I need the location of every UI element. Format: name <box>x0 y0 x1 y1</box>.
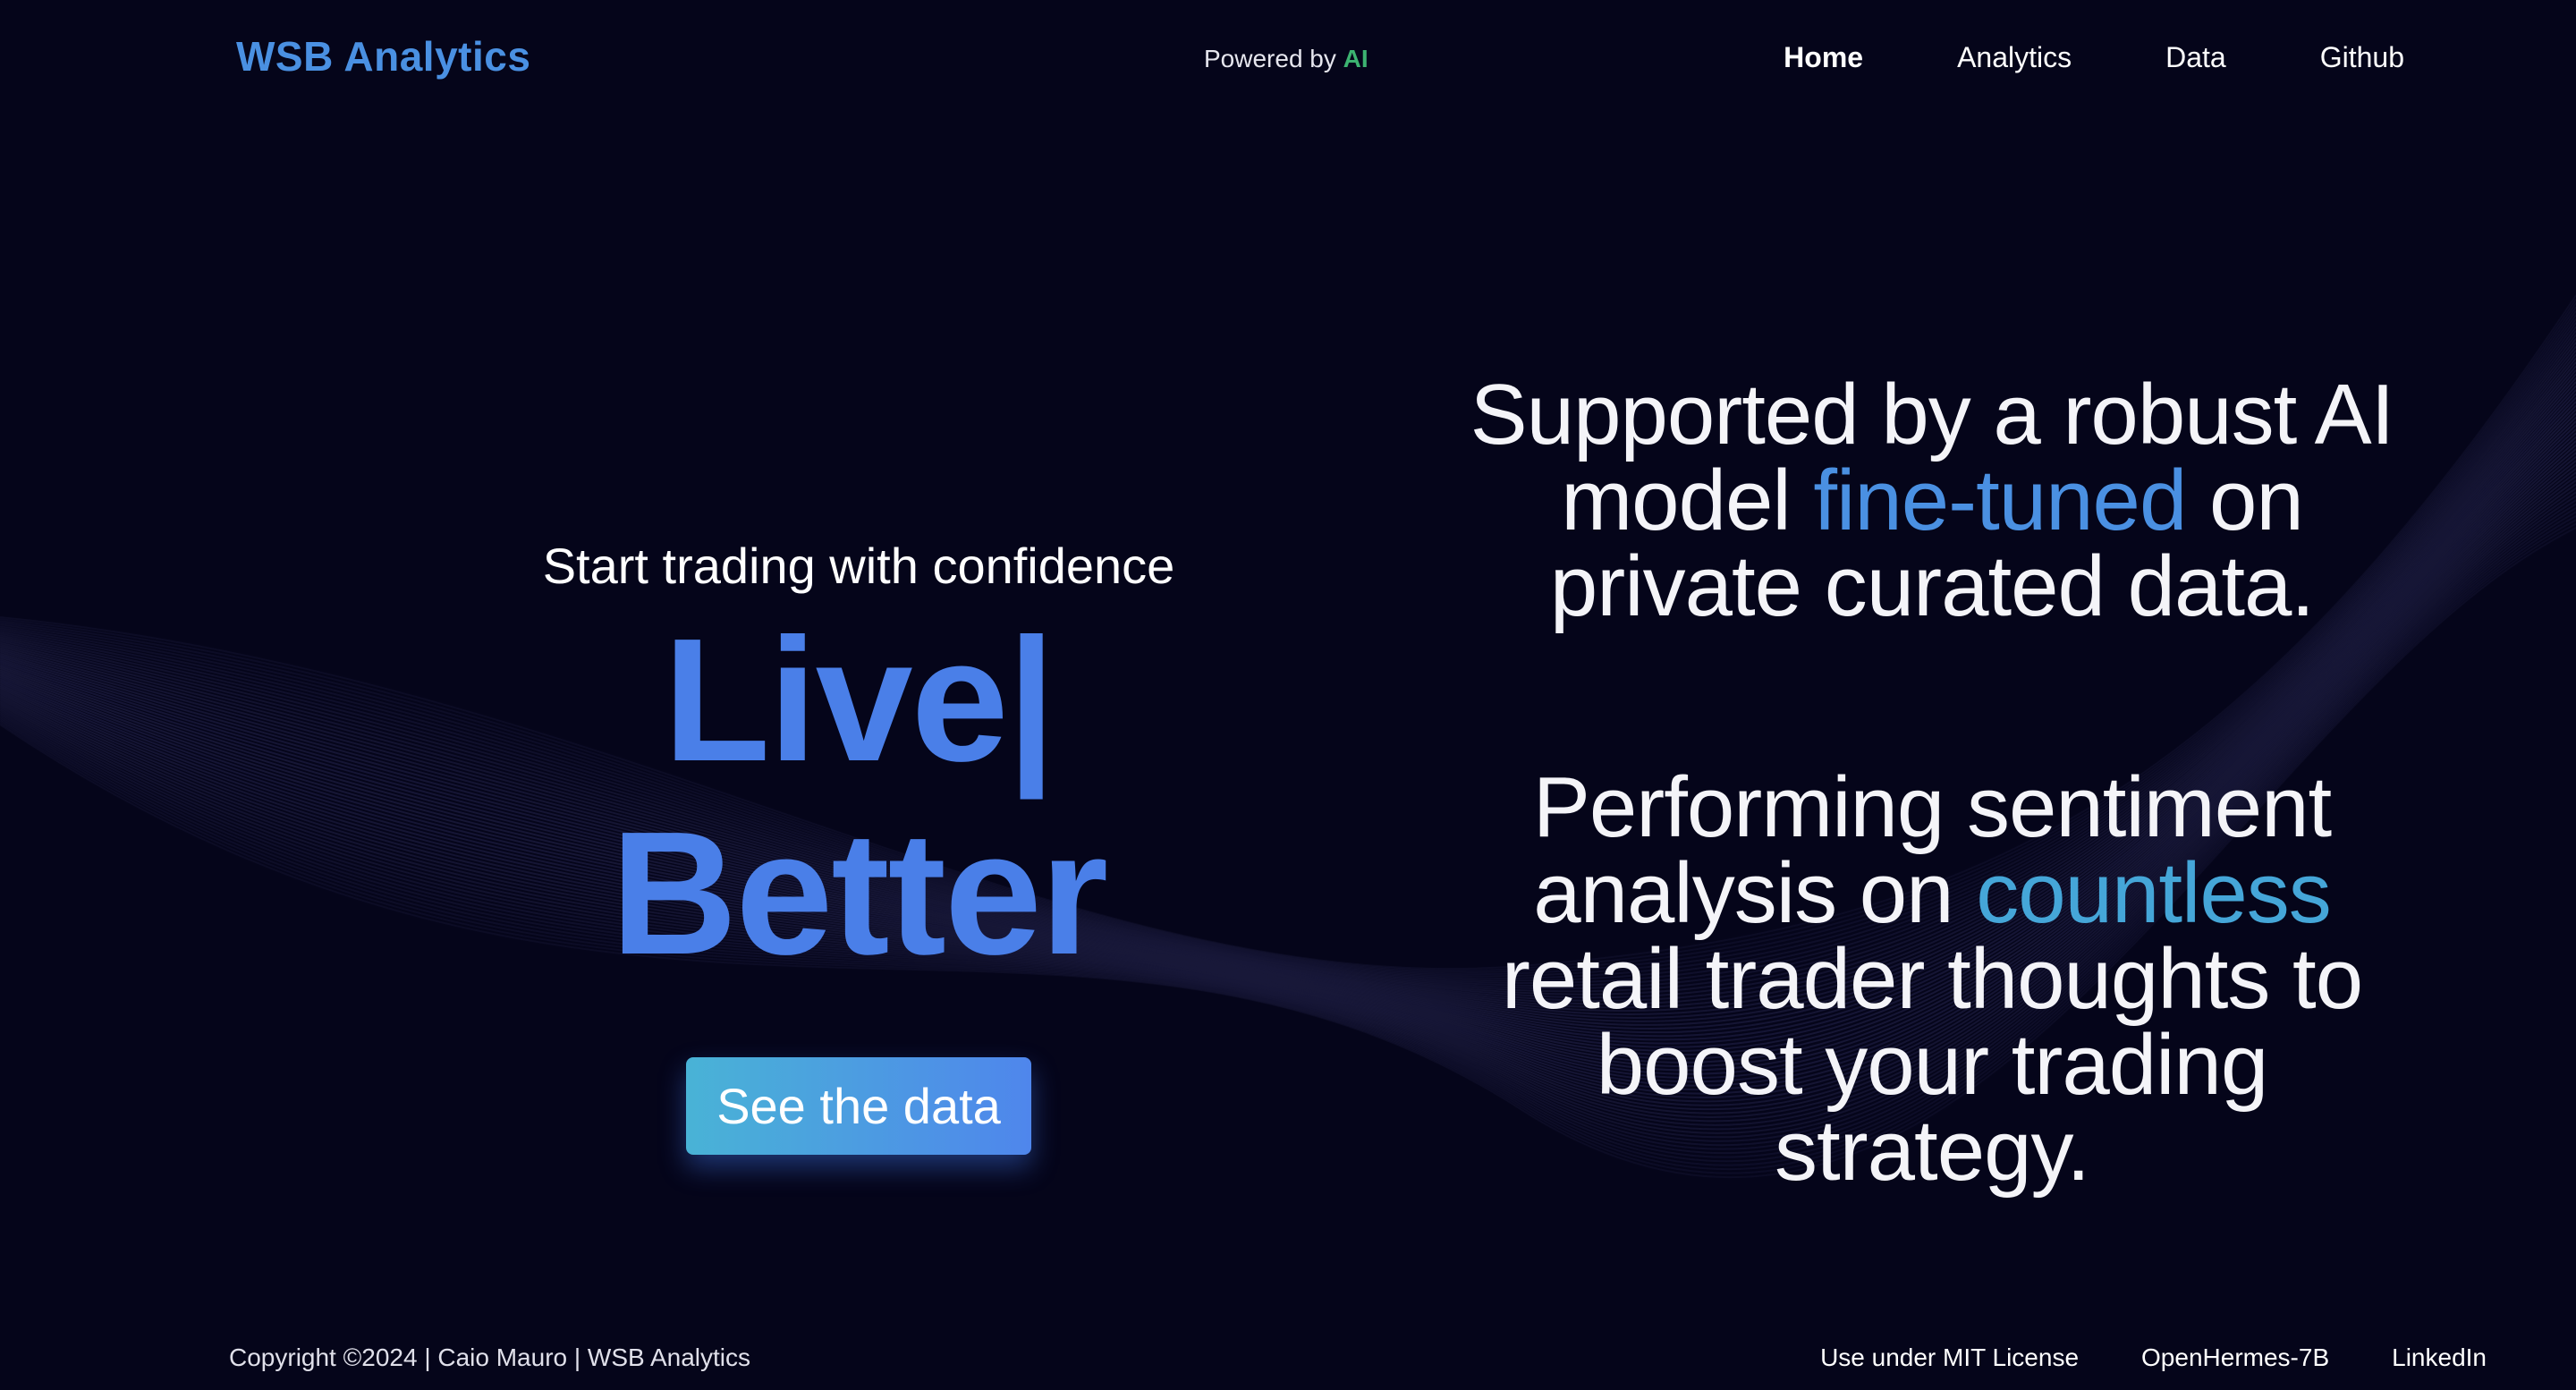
feature-two-line2-pre: analysis on <box>1533 845 1977 941</box>
feature-two-line3: retail trader thoughts to <box>1501 931 2363 1027</box>
nav-home[interactable]: Home <box>1784 41 1863 74</box>
powered-by-ai: AI <box>1343 45 1368 72</box>
brand-logo-link[interactable]: WSB Analytics <box>236 32 530 81</box>
nav-github[interactable]: Github <box>2320 41 2404 74</box>
hero-headline: Live| Better <box>411 604 1306 989</box>
feature-one-line2-post: on <box>2186 453 2304 548</box>
nav-data[interactable]: Data <box>2165 41 2226 74</box>
highlight-fine-tuned: fine-tuned <box>1813 453 2187 548</box>
powered-by-text: Powered by <box>1204 45 1336 72</box>
feature-sentiment-analysis: Performing sentiment analysis on countle… <box>1431 765 2433 1194</box>
footer-link-openhermes[interactable]: OpenHermes-7B <box>2141 1343 2329 1372</box>
footer-copyright: Copyright ©2024 | Caio Mauro | WSB Analy… <box>229 1343 750 1371</box>
feature-one-line3: private curated data. <box>1549 538 2315 634</box>
feature-one-line2-pre: model <box>1561 453 1814 548</box>
feature-two-line2: analysis on countless <box>1431 851 2433 937</box>
footer-link-mit-license[interactable]: Use under MIT License <box>1820 1343 2079 1372</box>
main-nav: Home Analytics Data Github <box>1784 41 2404 74</box>
feature-two-line5: strategy. <box>1774 1103 2090 1199</box>
hero-section: Start trading with confidence Live| Bett… <box>411 537 1306 1156</box>
highlight-countless: countless <box>1976 845 2332 941</box>
hero-tagline: Start trading with confidence <box>542 538 1175 594</box>
feature-one-line2: model fine-tuned on <box>1431 458 2433 544</box>
feature-two-line4: boost your trading <box>1596 1017 2268 1113</box>
feature-one-line1: Supported by a robust AI <box>1470 367 2395 462</box>
footer-links: Use under MIT License OpenHermes-7B Link… <box>1820 1343 2487 1372</box>
nav-analytics[interactable]: Analytics <box>1957 41 2072 74</box>
powered-by-label: Powered by AI <box>1204 45 1368 73</box>
page: WSB Analytics Powered by AI Home Analyti… <box>0 0 2576 1390</box>
see-the-data-button[interactable]: See the data <box>686 1057 1031 1156</box>
footer-link-linkedin[interactable]: LinkedIn <box>2392 1343 2487 1372</box>
headline-word-better: Better <box>610 794 1108 991</box>
headline-word-live: Live <box>663 602 1008 798</box>
typing-caret: | <box>1006 602 1056 798</box>
feature-ai-model: Supported by a robust AI model fine-tune… <box>1431 372 2433 630</box>
feature-two-line1: Performing sentiment <box>1532 759 2332 855</box>
